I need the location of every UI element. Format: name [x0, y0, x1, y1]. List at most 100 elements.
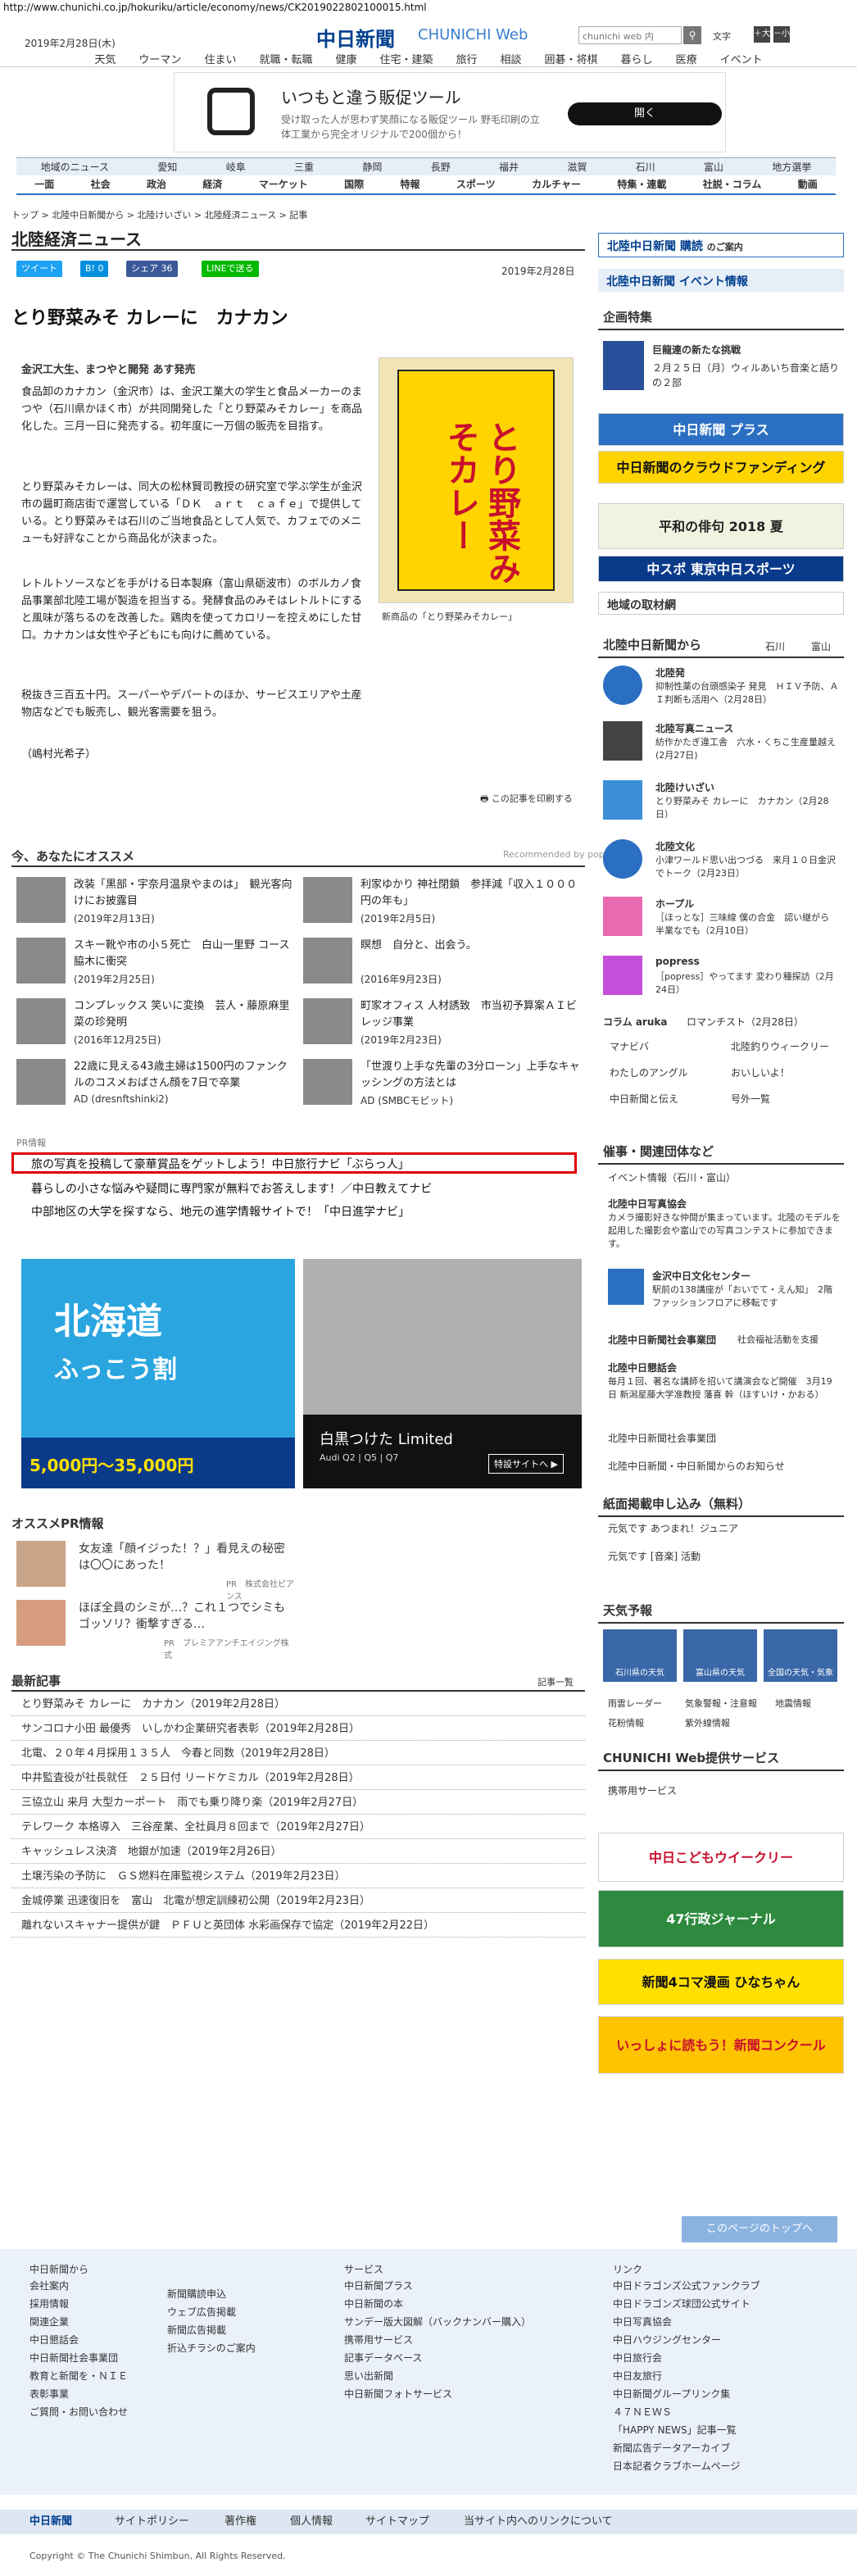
recommend-item[interactable]: 利家ゆかり 神社閉鎖 参拝減「収入１０００円の年も」 (2019年2月5日)	[303, 877, 586, 928]
hokuriku-item-text[interactable]: ［popress］やってます 変わり種探訪（2月24日）	[655, 970, 841, 997]
footer-bottom-link[interactable]: 著作権	[224, 2510, 256, 2534]
footer-link[interactable]: 中日新聞の本	[344, 2295, 531, 2313]
footer-logo[interactable]: 中日新聞	[29, 2510, 72, 2534]
footer-link[interactable]: 新聞広告データアーカイブ	[613, 2439, 760, 2457]
footer-bottom-link[interactable]: 個人情報	[290, 2510, 333, 2534]
footer-link[interactable]: 中日友旅行	[613, 2367, 760, 2385]
hokuriku-item-text[interactable]: 小津ワールド思い出つづる 来月１０日金沢でトーク（2月23日）	[655, 854, 841, 880]
nav-item[interactable]: 天気	[94, 51, 116, 66]
hokuriku-item-label[interactable]: 北陸けいざい	[655, 780, 714, 794]
line-share-button[interactable]: LINEで送る	[202, 261, 259, 277]
banner-heiwa-haiku[interactable]: 平和の俳句 2018 夏	[598, 503, 844, 549]
nav-item[interactable]: 住宅・建築	[379, 51, 433, 66]
nav-item[interactable]: 健康	[335, 51, 356, 66]
hokuriku-item-label[interactable]: ホープル	[655, 897, 694, 911]
footer-bottom-link[interactable]: サイトマップ	[365, 2510, 429, 2534]
region-nav-item[interactable]: 富山	[704, 158, 723, 175]
audi-ad-button[interactable]: 特設サイトへ ▶	[488, 1454, 564, 1474]
ad-open-button[interactable]: 開く	[568, 102, 722, 125]
kikaku-thumb[interactable]	[603, 341, 644, 390]
category-nav-item[interactable]: 一面	[34, 175, 54, 193]
hokuriku-item-label[interactable]: 北陸発	[655, 666, 685, 679]
latest-item[interactable]: 金城停業 迅速復旧を 富山 北電が想定訓練初公開（2019年2月23日）	[11, 1890, 585, 1913]
dept-item-label[interactable]: 北陸中日懇話会	[608, 1361, 677, 1374]
hokuriku-item-text[interactable]: 紡作かたぎ違工舎 六水・くちこ生産量越え(2月27日)	[655, 736, 841, 762]
tweet-button[interactable]: ツイート	[16, 261, 62, 277]
osusume-pr-item[interactable]: ほぼ全員のシミが…？これ１つでシミもゴッソリ？衝撃すぎる… PR プレミアアンチ…	[16, 1600, 295, 1661]
pr-link[interactable]: 暮らしの小さな悩みや疑問に専門家が無料でお答えします！／中日教えてナビ	[31, 1180, 432, 1197]
banner-crowdfunding[interactable]: 中日新聞のクラウドファンディング	[598, 451, 844, 484]
footer-link[interactable]: 中日新聞社会事業団	[29, 2349, 128, 2367]
footer-link[interactable]: 採用情報	[29, 2295, 128, 2313]
top-ad[interactable]: いつもと違う販促ツール 受け取った人が思わず笑顔になる販促ツール 野毛印刷の立体…	[174, 72, 726, 152]
latest-item[interactable]: 土壌汚染の予防に ＧＳ燃料在庫監視システム（2019年2月23日）	[11, 1865, 585, 1888]
promo-concours[interactable]: いっしょに読もう！新聞コンクール	[598, 2016, 844, 2074]
nav-item[interactable]: 医療	[676, 51, 697, 66]
footer-link[interactable]: 記事データベース	[344, 2349, 531, 2367]
footer-link[interactable]: 折込チラシのご案内	[167, 2339, 256, 2357]
category-nav-item[interactable]: カルチャー	[532, 175, 581, 193]
latest-item[interactable]: サンコロナ小田 最優秀 いしかわ企業研究者表彰（2019年2月28日）	[11, 1718, 585, 1741]
breadcrumb[interactable]: トップ > 北陸中日新聞から > 北陸けいざい > 北陸経済ニュース > 記事	[11, 208, 307, 221]
footer-link[interactable]: 思い出新聞	[344, 2367, 531, 2385]
dept-item-label[interactable]: 北陸中日新聞社会事業団	[608, 1431, 716, 1445]
hokuriku-item-text[interactable]: とり野菜みそ カレーに カナカン（2月28日）	[655, 795, 841, 821]
footer-link[interactable]: 中日写真協会	[613, 2313, 760, 2331]
banner-chunichi-sports[interactable]: 中スポ 東京中日スポーツ	[598, 556, 844, 582]
search-button[interactable]: ⚲	[683, 26, 701, 44]
recommend-powered[interactable]: Recommended by popIn	[503, 849, 613, 860]
weather-link[interactable]: 雨雲レーダー	[608, 1697, 662, 1710]
footer-link[interactable]: サンデー版大図解（バックナンバー購入）	[344, 2313, 531, 2331]
footer-link[interactable]: ご質問・お問い合わせ	[29, 2403, 128, 2421]
promo-47[interactable]: 47行政ジャーナル	[598, 1890, 844, 1947]
recommend-item[interactable]: 「世渡り上手な先輩の3分ローン」上手なキャッシングの方法とは AD (SMBCモビ…	[303, 1059, 586, 1110]
footer-link[interactable]: 新聞購読申込	[167, 2285, 256, 2303]
category-nav-item[interactable]: マーケット	[259, 175, 308, 193]
category-nav-item[interactable]: 社会	[91, 175, 111, 193]
recommend-item[interactable]: 改装「黒部・宇奈月温泉やまのは」 観光客向けにお披露目 (2019年2月13日)	[16, 877, 299, 928]
kikaku-item-title[interactable]: 巨龍連の新たな挑戦	[652, 343, 741, 357]
dept-item-label[interactable]: 金沢中日文化センター	[652, 1269, 750, 1283]
nav-item[interactable]: 就職・転職	[259, 51, 312, 66]
nav-item[interactable]: 住まい	[204, 51, 236, 66]
banner-chunichi-plus[interactable]: 中日新聞 プラス	[598, 413, 844, 446]
weather-link[interactable]: 地震情報	[775, 1697, 811, 1710]
category-nav-item[interactable]: 国際	[344, 175, 364, 193]
region-nav-item[interactable]: 福井	[499, 158, 519, 175]
footer-bottom-link[interactable]: 当サイト内へのリンクについて	[464, 2510, 613, 2534]
latest-item[interactable]: 三協立山 来月 大型カーポート 雨でも乗り降り楽（2019年2月27日）	[11, 1792, 585, 1815]
back-to-top-button[interactable]: このページのトップへ	[682, 2216, 837, 2242]
region-nav-item[interactable]: 地域のニュース	[41, 158, 109, 175]
footer-link[interactable]: 表彰事業	[29, 2385, 128, 2403]
shimen-link[interactable]: 元気です あつまれ！ジュニア	[608, 1521, 738, 1535]
region-nav-item[interactable]: 滋賀	[567, 158, 587, 175]
region-nav-item[interactable]: 地方選挙	[772, 158, 811, 175]
hokuriku-item-label[interactable]: popress	[655, 956, 700, 967]
category-nav-item[interactable]: 特報	[401, 175, 420, 193]
region-nav-item[interactable]: 岐阜	[226, 158, 246, 175]
recommend-item[interactable]: 瞑想 自分と、出会う。 (2016年9月23日)	[303, 938, 586, 988]
footer-link[interactable]: 教育と新聞を・ＮＩＥ	[29, 2367, 128, 2385]
region-nav-item[interactable]: 三重	[294, 158, 314, 175]
region-nav-item[interactable]: 長野	[431, 158, 451, 175]
web-service-link[interactable]: 携帯用サービス	[608, 1783, 677, 1797]
nav-item[interactable]: ウーマン	[138, 51, 181, 66]
facebook-share-button[interactable]: シェア 36	[126, 261, 178, 277]
category-nav-item[interactable]: 社説・コラム	[703, 175, 762, 193]
footer-link[interactable]: 中日ドラゴンズ球団公式サイト	[613, 2295, 760, 2313]
dept-item-label[interactable]: 北陸中日新聞・中日新聞からのお知らせ	[608, 1459, 785, 1473]
region-nav-item[interactable]: 石川	[636, 158, 655, 175]
print-link[interactable]: 🖶 この記事を印刷する	[480, 792, 573, 807]
recommend-item[interactable]: スキー靴や市の小５死亡 白山一里野 コース脇木に衝突 (2019年2月25日)	[16, 938, 299, 988]
footer-link[interactable]: 中日ハウジングセンター	[613, 2331, 760, 2349]
footer-link[interactable]: 新聞広告掲載	[167, 2321, 256, 2339]
nav-item[interactable]: 相談	[501, 51, 522, 66]
footer-link[interactable]: 中日新聞フォトサービス	[344, 2385, 531, 2403]
nav-item[interactable]: イベント	[720, 51, 763, 66]
region-nav-item[interactable]: 愛知	[157, 158, 177, 175]
latest-item[interactable]: とり野菜みそ カレーに カナカン（2019年2月28日）	[11, 1693, 585, 1716]
promo-hinachan[interactable]: 新聞4コマ漫画 ひなちゃん	[598, 1959, 844, 2005]
small-link[interactable]: 号外一覧	[731, 1092, 770, 1106]
category-nav-item[interactable]: 経済	[202, 175, 222, 193]
dept-item-label[interactable]: 北陸中日写真協会	[608, 1197, 687, 1211]
